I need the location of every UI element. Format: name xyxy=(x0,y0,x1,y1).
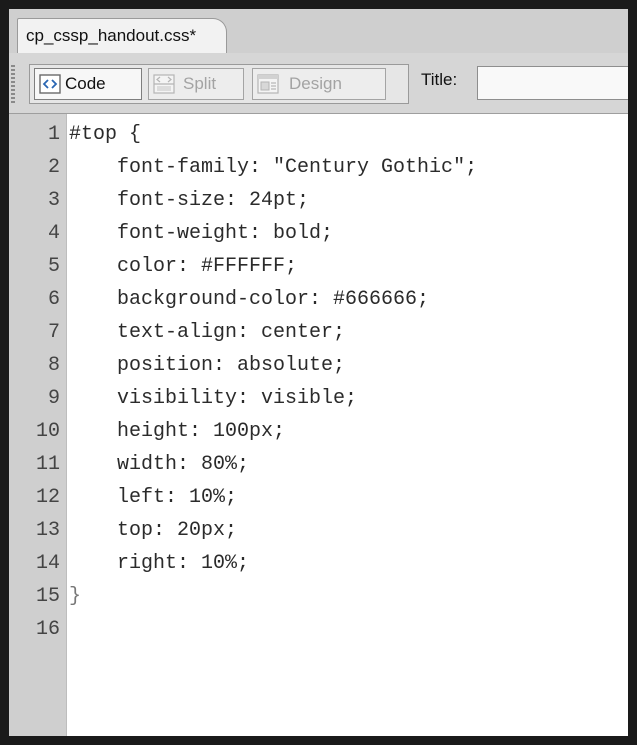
code-line-text: right: 10%; xyxy=(69,552,250,575)
line-number: 9 xyxy=(47,387,60,410)
line-number: 2 xyxy=(47,156,60,179)
document-tab[interactable]: cp_cssp_handout.css* xyxy=(17,18,228,53)
split-view-label: Split xyxy=(183,74,217,93)
view-mode-group: Code Split Design xyxy=(29,64,409,104)
code-line-text: left: 10%; xyxy=(69,486,238,509)
line-number: 10 xyxy=(35,420,60,443)
design-view-label: Design xyxy=(289,74,342,93)
code-line-text: height: 100px; xyxy=(69,420,286,443)
document-tab-strip: cp_cssp_handout.css* xyxy=(9,9,628,54)
code-line-text: #top { xyxy=(69,123,142,146)
code-line-text: visibility: visible; xyxy=(69,387,358,410)
split-view-icon xyxy=(153,74,175,94)
line-number: 13 xyxy=(35,519,60,542)
code-view-button[interactable]: Code xyxy=(34,68,142,100)
code-editor[interactable]: 1 #top { 2 font-family: "Century Gothic"; 3… xyxy=(9,114,628,736)
code-line-text: font-size: 24pt; xyxy=(69,189,310,212)
code-line-text: position: absolute; xyxy=(69,354,346,377)
line-number: 15 xyxy=(35,585,60,608)
line-number: 14 xyxy=(35,552,60,575)
code-view-label: Code xyxy=(65,74,106,93)
design-view-icon xyxy=(257,74,279,94)
line-number: 3 xyxy=(47,189,60,212)
line-number: 16 xyxy=(35,618,60,641)
line-number: 5 xyxy=(47,255,60,278)
design-view-button[interactable]: Design xyxy=(252,68,386,100)
line-number: 11 xyxy=(35,453,60,476)
split-view-button[interactable]: Split xyxy=(148,68,244,100)
code-line-text: } xyxy=(69,585,82,608)
line-number: 1 xyxy=(47,123,60,146)
code-line-text: text-align: center; xyxy=(69,321,346,344)
code-line-text: font-family: "Century Gothic"; xyxy=(69,156,478,179)
line-number: 12 xyxy=(35,486,60,509)
code-line-text: width: 80%; xyxy=(69,453,250,476)
code-line-text: color: #FFFFFF; xyxy=(69,255,298,278)
toolbar-grip-handle[interactable] xyxy=(11,65,15,103)
code-view-icon xyxy=(39,74,61,94)
line-number: 6 xyxy=(47,288,60,311)
code-line-text: font-weight: bold; xyxy=(69,222,334,245)
document-tab-title: cp_cssp_handout.css* xyxy=(26,26,197,45)
line-number: 8 xyxy=(47,354,60,377)
code-line-text: top: 20px; xyxy=(69,519,238,542)
line-number: 7 xyxy=(47,321,60,344)
line-number: 4 xyxy=(47,222,60,245)
editor-window: cp_cssp_handout.css* Code Split Design T… xyxy=(0,0,637,745)
code-line-text: background-color: #666666; xyxy=(69,288,430,311)
document-toolbar: Code Split Design Title: xyxy=(9,53,628,114)
title-label: Title: xyxy=(421,70,458,89)
title-input[interactable] xyxy=(477,66,628,100)
